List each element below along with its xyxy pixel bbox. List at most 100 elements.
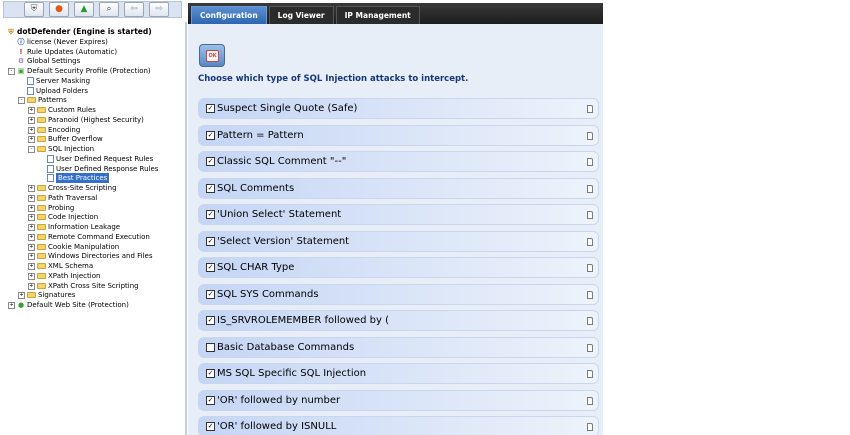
tree-expander[interactable]: - bbox=[18, 97, 25, 105]
tree-item[interactable]: Server Masking bbox=[27, 76, 90, 86]
rule-details-icon[interactable] bbox=[587, 423, 593, 431]
rule-checkbox[interactable]: ✓ bbox=[206, 236, 215, 246]
rule-row[interactable]: ✓ 'OR' followed by ISNULL bbox=[198, 416, 599, 435]
shield-button[interactable]: ⛨ bbox=[24, 2, 44, 17]
search-button[interactable]: ⌕ bbox=[99, 2, 119, 17]
tree-item[interactable]: Encoding bbox=[37, 125, 80, 135]
tree-item[interactable]: ! Rule Updates (Automatic) bbox=[17, 47, 117, 57]
tree-item[interactable]: SQL Injection bbox=[37, 144, 94, 154]
tree-item[interactable]: User Defined Response Rules bbox=[47, 164, 158, 174]
stop-button[interactable]: ● bbox=[49, 2, 69, 17]
tree-item[interactable]: Patterns bbox=[27, 95, 67, 105]
rule-checkbox[interactable]: ✓ bbox=[206, 395, 215, 405]
tree-expander[interactable]: + bbox=[28, 194, 35, 202]
rule-row[interactable]: Basic Database Commands bbox=[198, 336, 599, 358]
rule-details-icon[interactable] bbox=[587, 131, 593, 140]
tree-item[interactable]: Buffer Overflow bbox=[37, 134, 103, 144]
back-arrow-button[interactable]: ⇦ bbox=[124, 2, 144, 17]
tree-item[interactable]: ● Default Web Site (Protection) bbox=[17, 300, 129, 310]
tree-expander[interactable]: + bbox=[28, 204, 35, 212]
rule-details-icon[interactable] bbox=[587, 290, 593, 299]
tree-expander[interactable]: + bbox=[28, 263, 35, 270]
tree-item[interactable]: Paranoid (Highest Security) bbox=[37, 115, 144, 125]
tree-item[interactable]: Information Leakage bbox=[37, 222, 120, 232]
tree-expander[interactable]: - bbox=[28, 146, 35, 153]
tree-expander[interactable]: + bbox=[28, 214, 35, 222]
tree-item[interactable]: Path Traversal bbox=[37, 193, 97, 203]
tree-item[interactable]: XPath Injection bbox=[37, 271, 100, 281]
rule-checkbox[interactable]: ✓ bbox=[206, 210, 215, 219]
rule-checkbox[interactable]: ✓ bbox=[206, 422, 215, 431]
rule-details-icon[interactable] bbox=[587, 211, 593, 219]
up-arrow-button[interactable]: ▲ bbox=[74, 2, 94, 17]
rule-row[interactable]: ✓ SQL SYS Commands bbox=[198, 283, 599, 305]
tab-configuration[interactable]: Configuration bbox=[191, 6, 267, 24]
tree-expander[interactable]: + bbox=[28, 253, 35, 261]
rule-row[interactable]: ✓ MS SQL Specific SQL Injection bbox=[198, 363, 599, 384]
tree-expander[interactable]: + bbox=[28, 282, 35, 290]
tab-ip-management[interactable]: IP Management bbox=[335, 6, 420, 24]
tree-item-label: Cross-Site Scripting bbox=[48, 184, 117, 192]
rule-checkbox[interactable]: ✓ bbox=[206, 369, 215, 378]
tree-item[interactable]: Windows Directories and Files bbox=[37, 251, 152, 261]
tree-expander[interactable]: - bbox=[8, 68, 15, 75]
rule-row[interactable]: ✓ Suspect Single Quote (Safe) bbox=[198, 98, 599, 119]
rule-checkbox[interactable]: ✓ bbox=[206, 157, 215, 166]
forward-arrow-button[interactable]: ⇨ bbox=[149, 2, 169, 17]
rule-details-icon[interactable] bbox=[587, 158, 593, 166]
rule-details-icon[interactable] bbox=[587, 370, 593, 378]
tree-expander[interactable]: + bbox=[18, 292, 25, 300]
tree-expander[interactable]: + bbox=[28, 224, 35, 231]
rule-row[interactable]: ✓ SQL CHAR Type bbox=[198, 257, 599, 278]
rule-checkbox[interactable]: ✓ bbox=[206, 104, 215, 113]
tree-item-label: XPath Injection bbox=[48, 271, 101, 280]
rule-checkbox[interactable]: ✓ bbox=[206, 263, 215, 272]
rule-row[interactable]: ✓ IS_SRVROLEMEMBER followed by ( bbox=[198, 310, 599, 331]
tree-item[interactable]: Probing bbox=[37, 203, 74, 213]
tree-expander[interactable]: + bbox=[28, 107, 35, 114]
tree-item[interactable]: ⓘ license (Never Expires) bbox=[17, 37, 108, 47]
tree-expander[interactable]: + bbox=[28, 136, 35, 144]
tree-item[interactable]: Remote Command Execution bbox=[37, 232, 150, 242]
rule-details-icon[interactable] bbox=[587, 184, 593, 193]
rule-checkbox[interactable]: ✓ bbox=[206, 183, 215, 193]
tree-item[interactable]: Cookie Manipulation bbox=[37, 242, 119, 252]
rule-details-icon[interactable] bbox=[587, 343, 593, 352]
tree-item[interactable]: ⛨ dotDefender (Engine is started) bbox=[7, 27, 151, 37]
tree-item[interactable]: User Defined Request Rules bbox=[47, 154, 153, 164]
rule-row[interactable]: ✓ 'OR' followed by number bbox=[198, 389, 599, 411]
tree-item[interactable]: ⚙ Global Settings bbox=[17, 56, 80, 66]
rule-row[interactable]: ✓ Classic SQL Comment "--" bbox=[198, 151, 599, 172]
rule-details-icon[interactable] bbox=[587, 264, 593, 272]
tree-expander[interactable]: + bbox=[28, 126, 35, 134]
tree-item[interactable]: XPath Cross Site Scripting bbox=[37, 281, 139, 291]
tree-expander[interactable]: + bbox=[28, 116, 35, 124]
tab-log-viewer[interactable]: Log Viewer bbox=[268, 6, 334, 24]
tree-expander[interactable]: + bbox=[28, 233, 35, 241]
rule-details-icon[interactable] bbox=[587, 317, 593, 325]
tree-item[interactable]: Best Practices bbox=[47, 173, 110, 184]
rule-row[interactable]: ✓ Pattern = Pattern bbox=[198, 124, 599, 146]
tree-expander[interactable]: + bbox=[8, 302, 15, 309]
rule-checkbox[interactable] bbox=[206, 342, 215, 352]
tree-expander[interactable]: + bbox=[28, 243, 35, 251]
rule-details-icon[interactable] bbox=[587, 396, 593, 405]
tree-item[interactable]: Code Injection bbox=[37, 212, 98, 222]
rule-checkbox[interactable]: ✓ bbox=[206, 130, 215, 140]
rule-row[interactable]: ✓ 'Union Select' Statement bbox=[198, 204, 599, 225]
tree-item[interactable]: Signatures bbox=[27, 290, 75, 300]
tree-item[interactable]: Upload Folders bbox=[27, 86, 88, 96]
tree-item[interactable]: ▣ Default Security Profile (Protection) bbox=[17, 66, 151, 76]
rule-row[interactable]: ✓ SQL Comments bbox=[198, 177, 599, 199]
tree-expander[interactable]: + bbox=[28, 272, 35, 280]
tree-expander[interactable]: + bbox=[28, 185, 35, 192]
rule-checkbox[interactable]: ✓ bbox=[206, 316, 215, 325]
rule-row[interactable]: ✓ 'Select Version' Statement bbox=[198, 230, 599, 252]
rule-details-icon[interactable] bbox=[587, 237, 593, 246]
tree-item[interactable]: Custom Rules bbox=[37, 105, 96, 115]
tree-item[interactable]: Cross-Site Scripting bbox=[37, 183, 117, 193]
rule-checkbox[interactable]: ✓ bbox=[206, 289, 215, 299]
tree-item-label: Paranoid (Highest Security) bbox=[48, 115, 144, 124]
tree-item[interactable]: XML Schema bbox=[37, 261, 93, 271]
rule-details-icon[interactable] bbox=[587, 105, 593, 113]
